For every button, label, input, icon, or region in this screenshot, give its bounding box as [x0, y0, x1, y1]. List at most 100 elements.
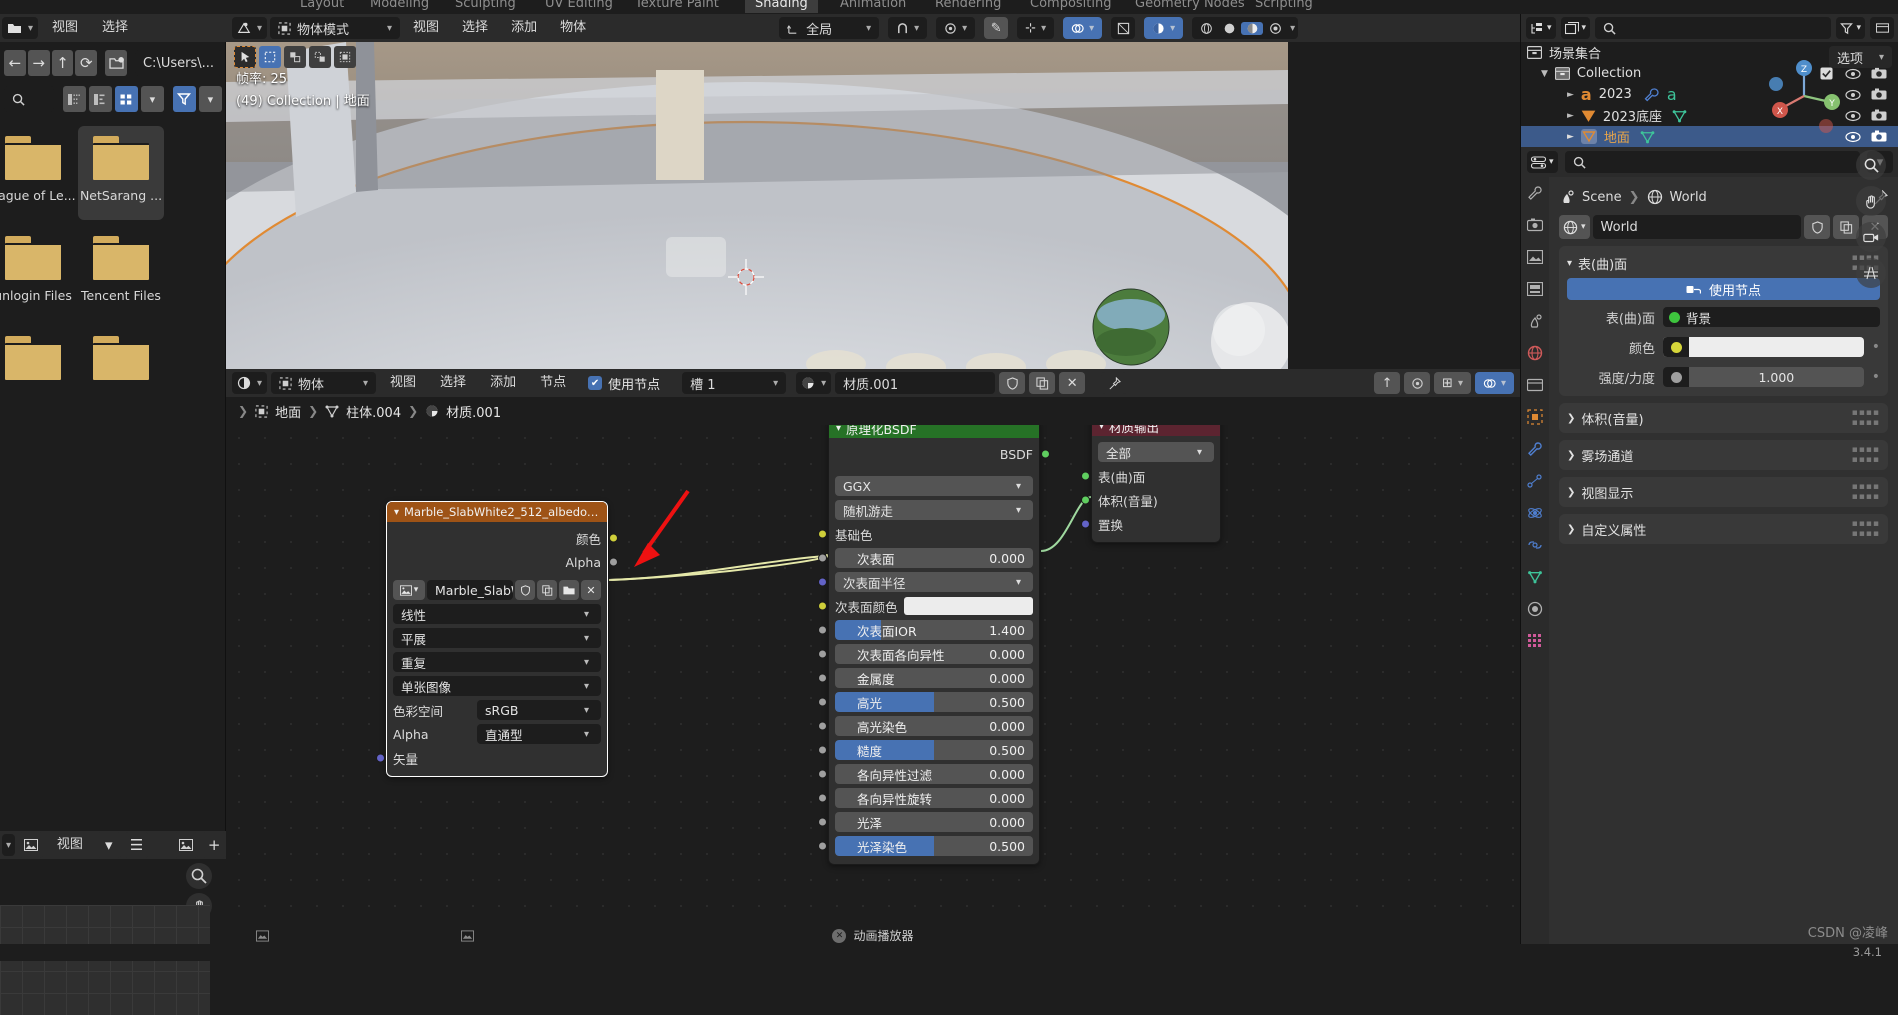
expand-chevron-icon[interactable]: ▾: [1567, 258, 1572, 269]
shading-mode-group[interactable]: ▾: [1144, 17, 1184, 39]
editor-type-selector-viewport[interactable]: ▾: [232, 17, 268, 39]
tab-view-layer[interactable]: [1525, 279, 1545, 299]
thumbnail-view-icon[interactable]: [114, 86, 138, 112]
zoom-icon[interactable]: [186, 863, 212, 889]
viewport-menu-view[interactable]: 视图: [403, 15, 449, 41]
input-specular-tint[interactable]: 高光染色 0.000: [818, 716, 1033, 736]
tab-tool[interactable]: [1525, 183, 1545, 203]
shading-buttons[interactable]: ▾: [1192, 17, 1299, 39]
display-options-chevron-icon[interactable]: ▾: [140, 86, 164, 112]
volume-panel[interactable]: ❯ 体积(音量) ▪▪▪▪ ▪▪▪▪: [1559, 403, 1888, 433]
zoom-icon[interactable]: [1856, 150, 1886, 180]
socket-subsurface-color[interactable]: [818, 601, 827, 611]
outliner-search-input[interactable]: [1595, 17, 1832, 39]
surface-panel-header[interactable]: ▾ 表(曲)面 ▪▪▪▪▪▪▪▪: [1567, 252, 1880, 274]
file-item[interactable]: [78, 326, 164, 420]
subsurface-slider[interactable]: 次表面 0.000: [835, 548, 1033, 568]
camera-view-icon[interactable]: [1856, 222, 1886, 252]
camera-icon[interactable]: [1871, 130, 1887, 143]
subsurface-anisotropy-slider[interactable]: 次表面各向异性 0.000: [835, 644, 1033, 664]
workspace-tab-sculpting[interactable]: Sculpting: [455, 0, 516, 11]
workspace-tab-compositing[interactable]: Compositing: [1030, 0, 1112, 11]
specular-slider[interactable]: 高光 0.500: [835, 692, 1033, 712]
socket-subsurface-radius[interactable]: [818, 577, 827, 587]
select-subtract-icon[interactable]: [309, 46, 331, 68]
input-subsurface-color[interactable]: 次表面颜色: [818, 596, 1033, 616]
tab-texture[interactable]: [1525, 631, 1545, 651]
anisotropic-rotation-slider[interactable]: 各向异性旋转 0.000: [835, 788, 1033, 808]
mist-pass-panel[interactable]: ❯ 雾场通道 ▪▪▪▪ ▪▪▪▪: [1559, 440, 1888, 470]
tab-constraints[interactable]: [1525, 535, 1545, 555]
workspace-tab-animation[interactable]: Animation: [840, 0, 906, 11]
eye-icon[interactable]: [1845, 131, 1861, 143]
file-item[interactable]: [0, 326, 76, 420]
socket-anisotropic-rotation[interactable]: [818, 793, 827, 803]
surface-value[interactable]: 背景: [1663, 307, 1880, 327]
world-name-field[interactable]: World: [1592, 215, 1801, 239]
file-menu-select[interactable]: 选择: [92, 15, 138, 41]
strength-value[interactable]: 1.000: [1663, 367, 1864, 387]
node-output-alpha[interactable]: Alpha: [393, 552, 618, 572]
node-output-bsdf[interactable]: BSDF: [835, 444, 1050, 464]
input-subsurface-radius[interactable]: 次表面半径 ▾: [818, 572, 1033, 592]
chevron-down-icon[interactable]: ▾: [96, 832, 121, 858]
tab-object[interactable]: [1525, 407, 1545, 427]
volume-panel-header[interactable]: ❯ 体积(音量) ▪▪▪▪ ▪▪▪▪: [1567, 407, 1880, 429]
input-subsurface-ior[interactable]: 次表面IOR 1.400: [818, 620, 1033, 640]
tab-physics[interactable]: [1525, 503, 1545, 523]
node-output-color[interactable]: 颜色: [393, 528, 618, 548]
specular-tint-slider[interactable]: 高光染色 0.000: [835, 716, 1033, 736]
select-extend-icon[interactable]: [284, 46, 306, 68]
back-icon[interactable]: ←: [4, 50, 26, 76]
outliner-filter[interactable]: ▾: [1836, 17, 1865, 39]
copy-icon[interactable]: [1029, 372, 1056, 394]
camera-icon[interactable]: [1871, 67, 1887, 80]
select-box-icon[interactable]: [259, 46, 281, 68]
detail-view-icon[interactable]: [88, 86, 112, 112]
node-snap-icon[interactable]: ↑: [1374, 372, 1401, 394]
node-proportional-icon[interactable]: [1404, 372, 1431, 394]
viewport-display-panel-header[interactable]: ❯ 视图显示 ▪▪▪▪ ▪▪▪▪: [1567, 481, 1880, 503]
input-subsurface-anisotropy[interactable]: 次表面各向异性 0.000: [818, 644, 1033, 664]
image-name-field[interactable]: Marble_SlabWhi...: [427, 580, 513, 600]
image-menu-view[interactable]: 视图: [47, 832, 93, 858]
shading-solid-icon[interactable]: [1218, 22, 1240, 35]
tab-scene[interactable]: [1525, 311, 1545, 331]
list-view-icon[interactable]: [62, 86, 86, 112]
new-image-icon[interactable]: +: [202, 832, 227, 858]
proportional-edit-toggle[interactable]: ▾: [936, 17, 976, 39]
grid-icon[interactable]: [1856, 258, 1886, 288]
workspace-tab-rendering[interactable]: Rendering: [935, 0, 1001, 11]
expand-triangle-icon[interactable]: ►: [1567, 132, 1574, 142]
input-volume[interactable]: 体积(音量): [1081, 490, 1214, 510]
file-item[interactable]: NetSarang ...: [78, 126, 164, 220]
editor-type-selector[interactable]: ▾: [2, 17, 39, 39]
hamburger-menu-icon[interactable]: ☰: [124, 832, 149, 858]
forward-icon[interactable]: →: [27, 50, 50, 76]
node-menu-select[interactable]: 选择: [430, 370, 476, 396]
snapping-toggle[interactable]: ▾: [888, 17, 928, 39]
workspace-tab-scripting[interactable]: Scripting: [1255, 0, 1313, 11]
socket-sheen[interactable]: [818, 817, 827, 827]
shader-type-selector[interactable]: 物体 ▾: [271, 372, 377, 394]
node-image-texture[interactable]: ▾ Marble_SlabWhite2_512_albedo.jpg 颜色 Al…: [376, 501, 618, 777]
select-tool-icon[interactable]: [234, 46, 256, 68]
tab-material[interactable]: [1525, 599, 1545, 619]
socket-subsurface-ior[interactable]: [818, 625, 827, 635]
node-menu-add[interactable]: 添加: [480, 370, 526, 396]
socket-color[interactable]: [609, 533, 618, 543]
filter-icon[interactable]: [172, 86, 196, 112]
metallic-slider[interactable]: 金属度 0.000: [835, 668, 1033, 688]
expand-triangle-icon[interactable]: ►: [1567, 111, 1574, 121]
camera-icon[interactable]: [1871, 88, 1887, 101]
new-folder-icon[interactable]: [105, 50, 127, 76]
eye-icon[interactable]: [1845, 68, 1861, 80]
sheen-tint-slider[interactable]: 光泽染色 0.500: [835, 836, 1033, 856]
tab-particles[interactable]: [1525, 471, 1545, 491]
subsurface-color-swatch[interactable]: [903, 597, 1033, 615]
pan-hand-icon[interactable]: [1856, 186, 1886, 216]
workspace-tab-uv-editing[interactable]: UV Editing: [545, 0, 613, 11]
image-browse-icon[interactable]: ▾: [393, 580, 425, 600]
shield-icon[interactable]: [1804, 215, 1830, 239]
navigation-gizmo[interactable]: Z Y X: [1766, 58, 1842, 134]
